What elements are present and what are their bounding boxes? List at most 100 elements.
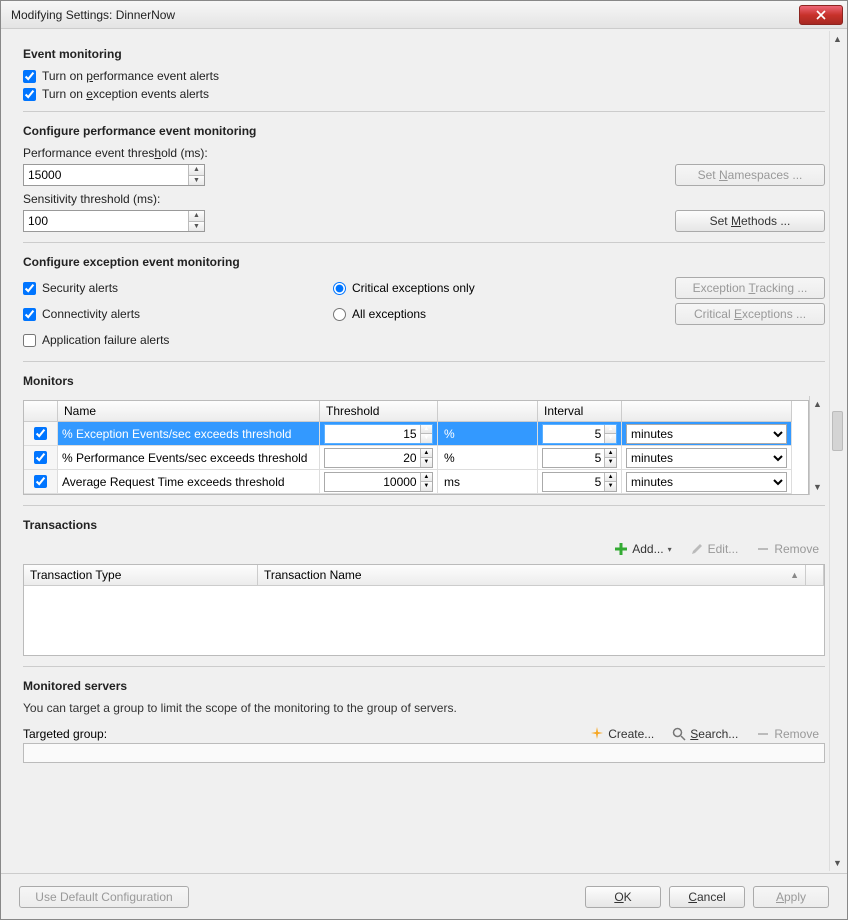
spin-down-icon[interactable]: ▼ [189,222,204,232]
spin-up-icon[interactable]: ▲ [605,425,616,435]
col-threshold[interactable]: Threshold [320,401,438,422]
spin-up-icon[interactable]: ▲ [189,165,204,176]
sensitivity-label: Sensitivity threshold (ms): [23,192,825,206]
divider [23,242,825,243]
use-default-config-button[interactable]: Use Default Configuration [19,886,189,908]
interval-spinner[interactable]: ▲▼ [542,472,617,492]
exception-alerts-label: Turn on exception events alerts [42,87,209,101]
spin-up-icon[interactable]: ▲ [189,211,204,222]
scroll-down-icon[interactable]: ▼ [810,479,825,495]
cancel-button[interactable]: Cancel [669,886,745,908]
spin-down-icon[interactable]: ▼ [605,458,616,467]
interval-unit-select[interactable]: minutes [626,424,787,444]
table-row[interactable]: Average Request Time exceeds threshold▲▼… [24,470,808,494]
spin-down-icon[interactable]: ▼ [421,458,432,467]
interval-input[interactable] [543,425,604,443]
spin-down-icon[interactable]: ▼ [421,482,432,491]
security-alerts-checkbox[interactable] [23,282,36,295]
targeted-group-input[interactable] [23,743,825,763]
edit-transaction-button[interactable]: Edit... [684,540,745,558]
servers-desc: You can target a group to limit the scop… [23,701,825,715]
content-area: Event monitoring Turn on performance eve… [1,29,847,873]
apply-button[interactable]: Apply [753,886,829,908]
chevron-down-icon: ▾ [668,545,672,554]
spin-up-icon[interactable]: ▲ [605,473,616,483]
col-trans-type[interactable]: Transaction Type [24,565,258,586]
sparkle-icon [590,727,604,741]
critical-exceptions-button[interactable]: Critical Exceptions ... [675,303,825,325]
critical-only-radio[interactable] [333,282,346,295]
set-namespaces-button[interactable]: Set Namespaces ... [675,164,825,186]
targeted-group-label: Targeted group: [23,727,107,741]
perf-threshold-spinner[interactable]: ▲▼ [23,164,205,186]
threshold-input[interactable] [325,473,420,491]
monitors-heading: Monitors [23,374,825,388]
exc-config-heading: Configure exception event monitoring [23,255,825,269]
threshold-unit: ms [438,470,538,494]
spin-down-icon[interactable]: ▼ [421,434,432,443]
all-exceptions-radio[interactable] [333,308,346,321]
col-check[interactable] [24,401,58,422]
remove-group-button[interactable]: Remove [750,725,825,743]
interval-unit-select[interactable]: minutes [626,472,787,492]
ok-button[interactable]: OK [585,886,661,908]
scroll-up-icon[interactable]: ▲ [830,31,845,47]
spin-up-icon[interactable]: ▲ [421,449,432,459]
pencil-icon [690,542,704,556]
window-title: Modifying Settings: DinnerNow [11,8,175,22]
monitors-scrollbar[interactable]: ▲ ▼ [809,396,825,495]
exception-tracking-button[interactable]: Exception Tracking ... [675,277,825,299]
transactions-heading: Transactions [23,518,825,532]
col-interval[interactable]: Interval [538,401,622,422]
spin-down-icon[interactable]: ▼ [605,482,616,491]
divider [23,666,825,667]
scroll-thumb[interactable] [832,411,843,451]
threshold-spinner[interactable]: ▲▼ [324,448,433,468]
sensitivity-spinner[interactable]: ▲▼ [23,210,205,232]
perf-alerts-checkbox[interactable] [23,70,36,83]
security-alerts-label: Security alerts [42,281,118,295]
threshold-input[interactable] [325,449,420,467]
interval-spinner[interactable]: ▲▼ [542,424,617,444]
remove-transaction-button[interactable]: Remove [750,540,825,558]
close-icon [816,10,826,20]
spin-up-icon[interactable]: ▲ [421,473,432,483]
threshold-spinner[interactable]: ▲▼ [324,472,433,492]
exception-alerts-checkbox[interactable] [23,88,36,101]
threshold-input[interactable] [325,425,420,443]
monitor-checkbox[interactable] [34,451,47,464]
interval-spinner[interactable]: ▲▼ [542,448,617,468]
threshold-spinner[interactable]: ▲▼ [324,424,433,444]
divider [23,505,825,506]
interval-input[interactable] [543,449,604,467]
spin-up-icon[interactable]: ▲ [421,425,432,435]
create-group-button[interactable]: Create... [584,725,660,743]
add-transaction-button[interactable]: Add... ▾ [608,540,677,558]
scroll-up-icon[interactable]: ▲ [810,396,825,412]
perf-threshold-input[interactable] [24,165,188,185]
table-row[interactable]: % Exception Events/sec exceeds threshold… [24,422,808,446]
monitor-name: Average Request Time exceeds threshold [58,470,320,494]
table-row[interactable]: % Performance Events/sec exceeds thresho… [24,446,808,470]
monitor-name: % Performance Events/sec exceeds thresho… [58,446,320,470]
monitors-table: Name Threshold Interval % Exception Even… [23,400,809,495]
monitor-checkbox[interactable] [34,427,47,440]
col-trans-name[interactable]: Transaction Name ▲ [258,565,806,586]
spin-down-icon[interactable]: ▼ [605,434,616,443]
vertical-scrollbar[interactable]: ▲ ▼ [829,31,845,871]
search-group-button[interactable]: Search... [666,725,744,743]
monitor-checkbox[interactable] [34,475,47,488]
scroll-down-icon[interactable]: ▼ [830,855,845,871]
set-methods-button[interactable]: Set Methods ... [675,210,825,232]
interval-unit-select[interactable]: minutes [626,448,787,468]
spin-up-icon[interactable]: ▲ [605,449,616,459]
col-name[interactable]: Name [58,401,320,422]
sensitivity-input[interactable] [24,211,188,231]
servers-heading: Monitored servers [23,679,825,693]
connectivity-alerts-checkbox[interactable] [23,308,36,321]
close-button[interactable] [799,5,843,25]
interval-input[interactable] [543,473,604,491]
spin-down-icon[interactable]: ▼ [189,176,204,186]
transactions-table: Transaction Type Transaction Name ▲ [23,564,825,656]
app-failure-checkbox[interactable] [23,334,36,347]
